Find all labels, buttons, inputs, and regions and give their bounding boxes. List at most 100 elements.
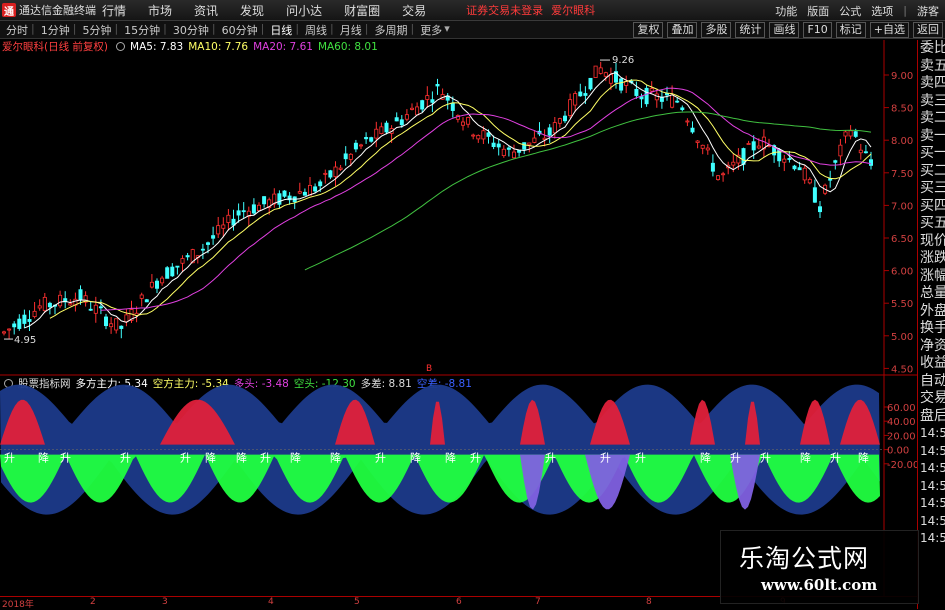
- menu-layout[interactable]: 版面: [807, 3, 829, 19]
- sidebar-item[interactable]: 总量: [918, 285, 945, 303]
- sidebar-item[interactable]: 买一: [918, 145, 945, 163]
- f10-button[interactable]: F10: [803, 22, 832, 38]
- sidebar-item[interactable]: 14:50: [918, 425, 945, 443]
- menu-discover[interactable]: 发现: [240, 2, 264, 19]
- draw-line-button[interactable]: 画线: [769, 22, 800, 38]
- high-price-label: 9.26: [612, 55, 634, 66]
- sidebar-item[interactable]: 净资: [918, 338, 945, 356]
- sidebar-item[interactable]: 涨跌: [918, 250, 945, 268]
- candle-body: [374, 128, 379, 139]
- sidebar-item[interactable]: 卖四: [918, 75, 945, 93]
- sidebar-item[interactable]: 盘后: [918, 408, 945, 426]
- sidebar-item[interactable]: 14:50: [918, 530, 945, 548]
- login-notice[interactable]: 证券交易未登录: [466, 2, 543, 18]
- candle-body: [358, 144, 363, 147]
- candle-body: [307, 184, 312, 196]
- app-logo-icon: 通: [2, 3, 16, 18]
- add-watchlist-button[interactable]: +自选: [869, 22, 909, 38]
- candle-body: [517, 150, 522, 153]
- candle-body: [384, 122, 389, 133]
- candle-body: [843, 131, 848, 137]
- multi-stock-button[interactable]: 多股: [701, 22, 732, 38]
- candle-body: [858, 149, 863, 154]
- period-15min[interactable]: 15分钟: [124, 22, 160, 38]
- candle-body: [522, 142, 527, 150]
- kline-chart[interactable]: 9.00 8.50 8.00 7.50 7.00 6.50 6.00 5.50 5.00 4.50…: [0, 40, 917, 596]
- sidebar-item[interactable]: 买三: [918, 180, 945, 198]
- period-daily[interactable]: 日线: [270, 22, 292, 38]
- sidebar-item[interactable]: 卖五: [918, 58, 945, 76]
- signal-label: 降: [38, 451, 49, 465]
- candle-body: [343, 153, 348, 160]
- sidebar-item[interactable]: 现价: [918, 233, 945, 251]
- menu-news[interactable]: 资讯: [194, 2, 218, 19]
- sidebar-item[interactable]: 买二: [918, 163, 945, 181]
- sidebar-item[interactable]: 委比: [918, 40, 945, 58]
- period-multi[interactable]: 多周期: [374, 22, 407, 38]
- candle-body: [404, 114, 409, 120]
- back-button[interactable]: 返回: [913, 22, 943, 38]
- sidebar-item[interactable]: 交易: [918, 390, 945, 408]
- candle-body: [241, 210, 246, 213]
- candle-body: [649, 88, 654, 92]
- candle-body: [369, 137, 374, 142]
- menu-wealth[interactable]: 财富圈: [344, 2, 380, 19]
- period-intraday[interactable]: 分时: [6, 22, 28, 38]
- toolbar-separator: |: [260, 21, 265, 35]
- sidebar-item[interactable]: 换手: [918, 320, 945, 338]
- sidebar-item[interactable]: 14:50: [918, 460, 945, 478]
- menu-function[interactable]: 功能: [775, 3, 797, 19]
- signal-label: 降: [330, 451, 341, 465]
- more-dropdown-icon[interactable]: ▾: [444, 22, 450, 38]
- price-tick-label: 8.00: [891, 136, 913, 147]
- candle-body: [700, 144, 705, 149]
- sidebar-item[interactable]: 自动: [918, 373, 945, 391]
- period-more[interactable]: 更多: [420, 22, 442, 38]
- period-monthly[interactable]: 月线: [340, 22, 362, 38]
- sidebar-item[interactable]: 14:50: [918, 513, 945, 531]
- sidebar-item[interactable]: 外盘: [918, 303, 945, 321]
- date-axis-label: 2018年: [2, 600, 34, 610]
- sidebar-item[interactable]: 收益: [918, 355, 945, 373]
- stock-name-link[interactable]: 爱尔眼科: [551, 2, 595, 18]
- sidebar-item[interactable]: 14:50: [918, 495, 945, 513]
- candle-body: [506, 147, 511, 150]
- statistics-button[interactable]: 统计: [735, 22, 766, 38]
- sidebar-item[interactable]: 卖二: [918, 110, 945, 128]
- sidebar-item[interactable]: 买五: [918, 215, 945, 233]
- signal-label: 升: [60, 452, 71, 465]
- period-weekly[interactable]: 周线: [305, 22, 327, 38]
- sidebar-item[interactable]: 卖三: [918, 93, 945, 111]
- sidebar-item[interactable]: 14:50: [918, 478, 945, 496]
- sidebar-item[interactable]: 14:50: [918, 443, 945, 461]
- candle-body: [705, 147, 710, 151]
- candle-body: [323, 172, 328, 175]
- candle-body: [409, 107, 414, 110]
- candle-body: [353, 142, 358, 150]
- candle-body: [415, 106, 420, 116]
- period-60min[interactable]: 60分钟: [222, 22, 258, 38]
- signal-label: 升: [180, 452, 191, 465]
- menu-formula[interactable]: 公式: [839, 3, 861, 19]
- mark-button[interactable]: 标记: [835, 22, 866, 38]
- menu-ask[interactable]: 问小达: [286, 2, 322, 19]
- signal-label: 升: [375, 452, 386, 465]
- menu-market[interactable]: 市场: [148, 2, 172, 19]
- menu-trade[interactable]: 交易: [402, 2, 426, 19]
- sidebar-item[interactable]: 买四: [918, 198, 945, 216]
- sidebar-item[interactable]: 卖一: [918, 128, 945, 146]
- toolbar-separator: |: [211, 21, 216, 35]
- indicator-tick-label: 40.00: [887, 417, 916, 428]
- guest-label[interactable]: 游客: [917, 3, 939, 19]
- candle-body: [58, 294, 63, 307]
- adjust-button[interactable]: 复权: [633, 22, 664, 38]
- menu-options[interactable]: 选项: [871, 3, 893, 19]
- period-5min[interactable]: 5分钟: [82, 22, 111, 38]
- candle-body: [205, 242, 210, 245]
- signal-label: 升: [600, 452, 611, 465]
- period-30min[interactable]: 30分钟: [173, 22, 209, 38]
- sidebar-item[interactable]: 涨幅: [918, 268, 945, 286]
- period-1min[interactable]: 1分钟: [41, 22, 70, 38]
- menu-quotes[interactable]: 行情: [102, 2, 126, 19]
- overlay-button[interactable]: 叠加: [667, 22, 698, 38]
